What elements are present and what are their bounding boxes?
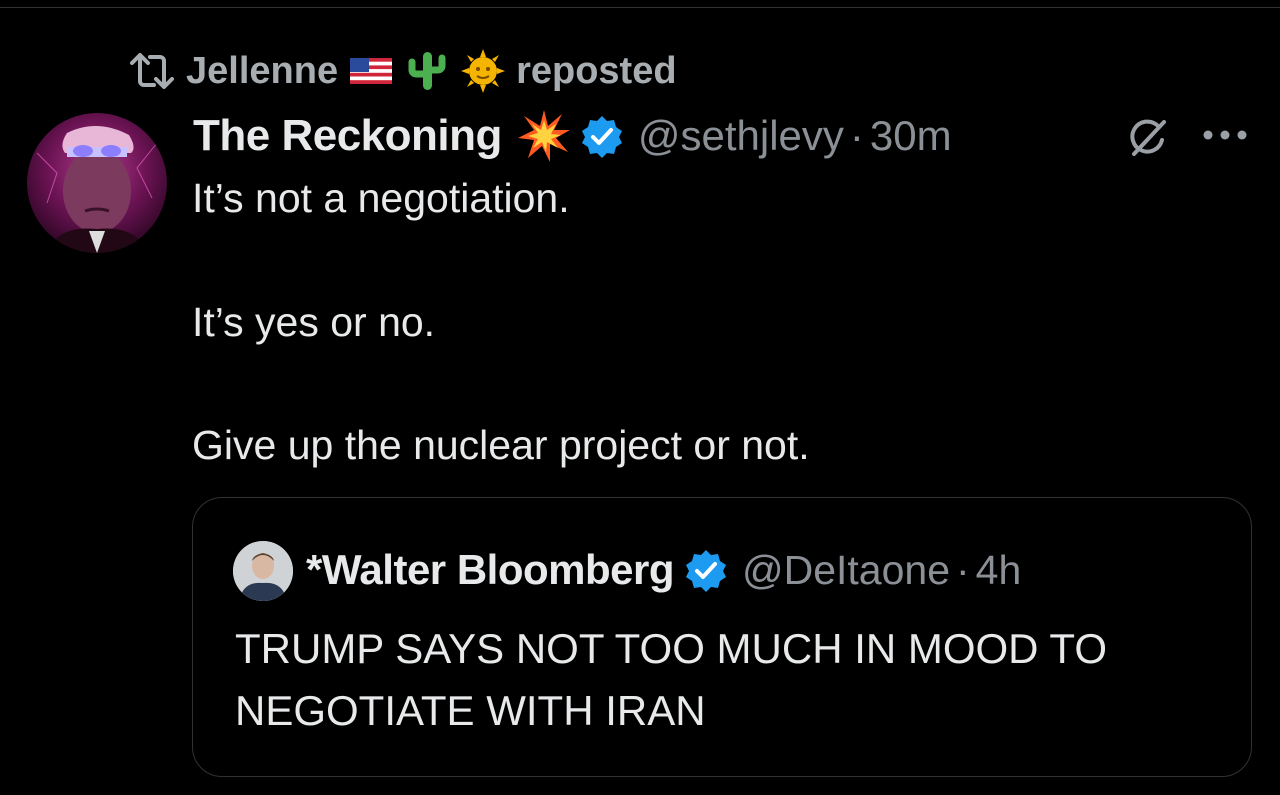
repost-icon xyxy=(128,49,176,93)
quoted-author-handle[interactable]: @DeItaone xyxy=(742,547,950,594)
top-divider xyxy=(0,7,1280,8)
quoted-tweet-timestamp[interactable]: 4h xyxy=(976,547,1022,594)
author-avatar[interactable] xyxy=(27,113,167,253)
verified-badge-icon[interactable] xyxy=(580,114,624,158)
repost-attribution[interactable]: Jellenne reposted xyxy=(128,46,677,96)
quoted-author-name[interactable]: *Walter Bloomberg xyxy=(306,546,674,594)
collision-icon xyxy=(516,108,572,164)
separator-dot: · xyxy=(956,546,970,593)
quoted-tweet-text: TRUMP SAYS NOT TOO MUCH IN MOOD TO NEGOT… xyxy=(235,625,1107,734)
tweet-header: The Reckoning @sethjlevy · 30m xyxy=(193,108,952,164)
cactus-icon xyxy=(404,48,450,94)
sun-face-icon xyxy=(460,48,506,94)
author-handle[interactable]: @sethjlevy xyxy=(638,112,844,160)
author-name[interactable]: The Reckoning xyxy=(193,111,502,161)
repost-user[interactable]: Jellenne xyxy=(186,50,338,93)
grok-icon[interactable] xyxy=(1124,114,1172,162)
tweet-text-line: It’s not a negotiation. xyxy=(192,175,570,221)
tweet-text-line: It’s yes or no. xyxy=(192,299,436,345)
quoted-tweet-card[interactable]: *Walter Bloomberg @DeItaone · 4h TRUMP S… xyxy=(192,497,1252,777)
quoted-tweet-header: *Walter Bloomberg @DeItaone · 4h xyxy=(306,540,1021,600)
tweet-text-line: Give up the nuclear project or not. xyxy=(192,422,810,468)
quoted-author-avatar[interactable] xyxy=(233,541,293,601)
separator-dot: · xyxy=(849,112,864,159)
repost-label: reposted xyxy=(516,49,677,92)
tweet-timestamp[interactable]: 30m xyxy=(870,112,952,160)
us-flag-icon xyxy=(348,48,394,94)
verified-badge-icon[interactable] xyxy=(684,548,728,592)
more-options-icon[interactable] xyxy=(1200,120,1250,150)
